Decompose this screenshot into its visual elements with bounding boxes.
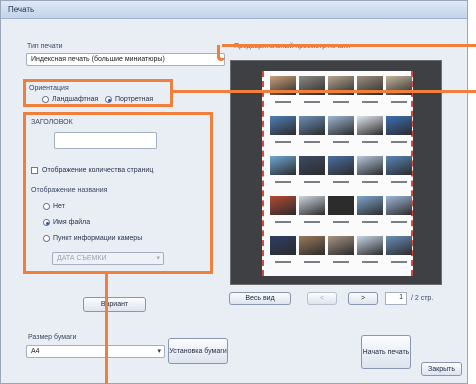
thumbnail-caption [362, 141, 378, 143]
preview-thumbnail [270, 196, 296, 215]
preview-thumbnail [357, 236, 383, 255]
print-type-dropdown[interactable]: Индексная печать (большие миниатюры) ▾ [26, 53, 225, 66]
print-type-label: Тип печати [27, 43, 63, 50]
paper-settings-button[interactable]: Установка бумаги [168, 338, 228, 364]
thumbnail-caption [391, 101, 407, 103]
thumbnail-caption [304, 261, 320, 263]
callout-preview-top [222, 44, 476, 47]
thumbnail-caption [333, 181, 349, 183]
preview-thumbnail [299, 116, 325, 135]
preview-page [262, 71, 413, 276]
thumbnail-caption [391, 261, 407, 263]
close-button[interactable]: Закрыть [421, 362, 462, 376]
callout-orientation [172, 90, 476, 93]
preview-thumbnail [357, 116, 383, 135]
thumbnail-caption [304, 181, 320, 183]
thumbnail-caption [362, 101, 378, 103]
page-number-input[interactable]: 1 [385, 292, 407, 305]
preview-thumbnail [386, 236, 412, 255]
thumbnail-caption [362, 181, 378, 183]
paper-size-label: Размер бумаги [28, 334, 77, 341]
thumbnail-caption [333, 141, 349, 143]
thumbnail-caption [333, 101, 349, 103]
next-page-button[interactable]: > [348, 292, 378, 305]
thumbnail-caption [391, 221, 407, 223]
preview-thumbnail [386, 116, 412, 135]
options-highlight [23, 112, 213, 274]
callout-preview-line [217, 45, 225, 61]
print-preview [230, 60, 442, 285]
preview-thumbnail [328, 196, 354, 215]
preview-thumbnail [328, 156, 354, 175]
preview-thumbnail [299, 156, 325, 175]
thumbnail-caption [333, 261, 349, 263]
page-total: / 2 стр. [411, 295, 434, 302]
callout-options [105, 274, 108, 384]
thumbnail-caption [275, 101, 291, 103]
thumbnail-caption [275, 261, 291, 263]
thumbnail-caption [304, 221, 320, 223]
thumbnail-caption [391, 141, 407, 143]
thumbnail-caption [304, 141, 320, 143]
preview-thumbnail [386, 156, 412, 175]
print-button[interactable]: Начать печать [361, 335, 411, 369]
orientation-highlight [23, 79, 173, 107]
thumbnail-caption [275, 181, 291, 183]
preview-thumbnail [386, 196, 412, 215]
preview-thumbnail [270, 116, 296, 135]
thumbnail-caption [304, 101, 320, 103]
thumbnail-caption [275, 221, 291, 223]
title-bar: Печать [1, 1, 467, 19]
whole-view-button[interactable]: Весь вид [229, 292, 291, 305]
preview-thumbnail [270, 236, 296, 255]
thumbnail-caption [391, 181, 407, 183]
preview-thumbnail [328, 236, 354, 255]
preview-thumbnail [270, 156, 296, 175]
thumbnail-caption [333, 221, 349, 223]
thumbnail-caption [362, 221, 378, 223]
thumbnail-caption [362, 261, 378, 263]
window-title: Печать [8, 5, 35, 14]
preview-thumbnail [357, 196, 383, 215]
paper-size-dropdown[interactable]: A4 ▾ [26, 345, 165, 358]
settings-button[interactable]: Вариант [83, 297, 146, 312]
paper-size-value: A4 [31, 348, 40, 355]
thumbnail-caption [275, 141, 291, 143]
preview-thumbnail [299, 236, 325, 255]
print-type-value: Индексная печать (большие миниатюры) [31, 56, 165, 63]
prev-page-button[interactable]: < [307, 292, 337, 305]
preview-thumbnail [328, 116, 354, 135]
preview-thumbnail [357, 156, 383, 175]
chevron-down-icon: ▾ [157, 348, 161, 355]
preview-thumbnail [299, 196, 325, 215]
